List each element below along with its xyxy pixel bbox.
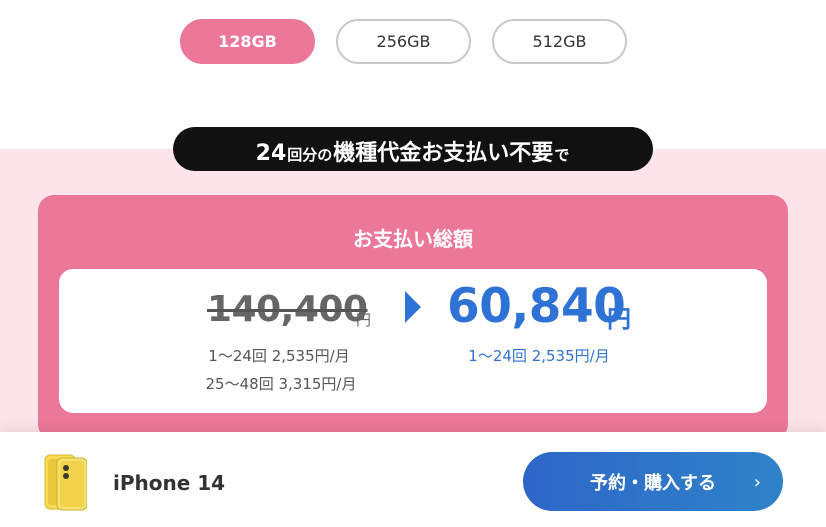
storage-option-128gb[interactable]: 128GB (180, 19, 315, 64)
original-price: 140,400 (207, 289, 368, 330)
price-comparison-box: 140,400 円 1〜24回 2,535円/月 25〜48回 3,315円/月… (59, 269, 767, 413)
chevron-right-icon: › (753, 472, 761, 493)
discounted-price-unit: 円 (607, 305, 631, 333)
product-name: iPhone 14 (113, 471, 226, 495)
promo-banner: 24 回分の 機種代金お支払い不要 で (173, 127, 653, 171)
discounted-price: 60,840 (447, 279, 626, 334)
triangle-right-icon (405, 291, 421, 323)
storage-selector: 128GB 256GB 512GB (180, 19, 627, 64)
iphone-yellow-image (44, 454, 87, 511)
banner-main-text: 機種代金お支払い不要 (333, 141, 554, 166)
storage-option-512gb[interactable]: 512GB (492, 19, 627, 64)
total-payment-title: お支払い総額 (353, 227, 473, 251)
original-monthly-first: 1〜24回 2,535円/月 (208, 347, 350, 365)
discounted-monthly: 1〜24回 2,535円/月 (468, 347, 610, 365)
banner-count: 24 (255, 141, 287, 166)
reserve-purchase-button[interactable]: 予約・購入する › (523, 452, 783, 511)
sticky-purchase-bar: iPhone 14 予約・購入する › (0, 432, 826, 527)
total-payment-card: お支払い総額 140,400 円 1〜24回 2,535円/月 25〜48回 3… (38, 195, 788, 440)
original-price-unit: 円 (356, 311, 372, 329)
banner-count-suffix: 回分の (287, 146, 333, 164)
banner-suffix: で (554, 146, 570, 164)
storage-option-256gb[interactable]: 256GB (336, 19, 471, 64)
reserve-purchase-label: 予約・購入する (590, 472, 716, 494)
original-monthly-second: 25〜48回 3,315円/月 (205, 375, 357, 393)
